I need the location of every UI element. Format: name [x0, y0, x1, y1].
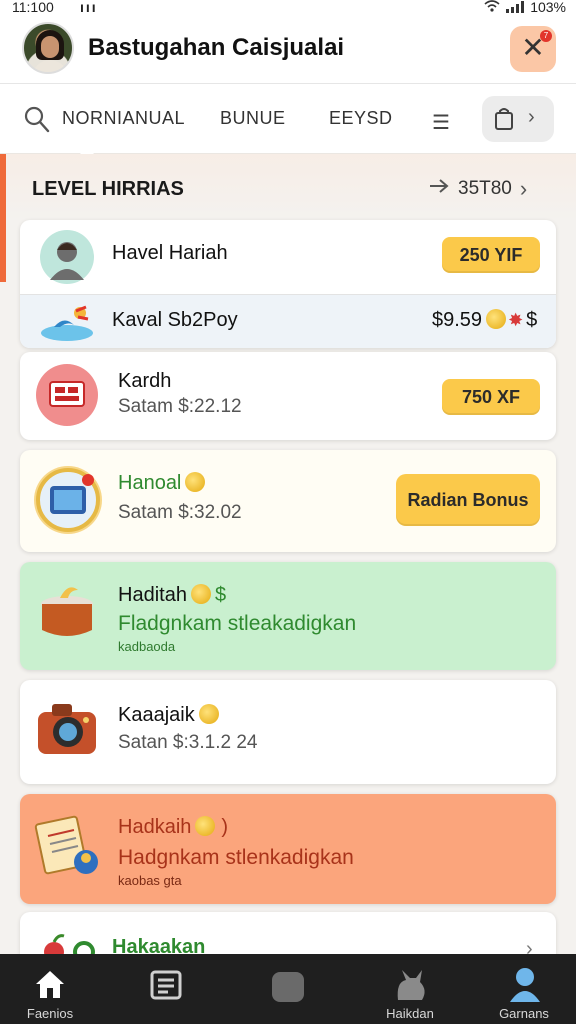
section-header: LEVEL HIRRIAS 35T80 › [0, 154, 576, 220]
points-badge[interactable]: 250 YIF [442, 237, 540, 273]
beach-icon [40, 303, 94, 346]
card-subtitle: Satam $:22.12 [118, 396, 242, 417]
card-title: Hanoal [118, 472, 206, 495]
search-icon[interactable] [24, 106, 50, 133]
nav-label: Haikdan [386, 1006, 434, 1021]
coin-icon [198, 704, 219, 724]
card-title-text: Kaaajaik [118, 704, 195, 726]
avatar-face [41, 36, 59, 58]
list-icon[interactable]: ☰ [432, 110, 450, 135]
section-value: 35T80 [458, 178, 512, 199]
tab-nornianual[interactable]: NORNIANUAL [62, 108, 185, 129]
battery-text: 103% [530, 0, 566, 15]
bonus-button[interactable]: Radian Bonus [396, 474, 540, 526]
status-notification-icons: ııı [80, 0, 98, 15]
page-title: Bastugahan Caisjualai [88, 34, 345, 61]
card-subtitle: Fladgnkam stleakadigkan [118, 612, 357, 635]
reward-card[interactable]: Hanoal Satam $:32.02 Radian Bonus [20, 450, 556, 552]
card-small-text: kadbaoda [118, 639, 176, 654]
bottom-nav: Faenios Haikdan Garnans [0, 954, 576, 1024]
price-suffix: $ [526, 309, 538, 331]
card-subtitle: Hadgnkam stlenkadigkan [118, 846, 354, 869]
arrow-right-icon [428, 178, 450, 200]
coin-icon [486, 309, 507, 329]
status-bar: 11:100 ııı 103% [0, 0, 576, 16]
subrow-value: $9.59 ✸ $ [432, 309, 537, 332]
coin-icon [195, 816, 216, 836]
star-icon: ✸ [508, 310, 524, 330]
notification-badge: 7 [540, 30, 552, 42]
bag-icon [494, 107, 514, 131]
card-title-suffix: ) [221, 816, 229, 838]
reward-card[interactable]: Kardh Satam $:22.12 750 XF [20, 352, 556, 440]
coin-icon [185, 472, 206, 492]
card-title-text: Hadkaih [118, 816, 192, 838]
card-title: Havel Hariah [112, 242, 228, 264]
reward-card[interactable]: Havel Hariah 250 YIF Kaval Sb2Poy $9.59 ✸… [20, 220, 556, 348]
card-title: Hadkaih) [118, 816, 228, 839]
nav-profile[interactable]: Garnans [474, 954, 574, 1024]
avatar[interactable] [22, 22, 74, 74]
nav-home[interactable]: Faenios [0, 954, 100, 1024]
card-small-text: kaobas gta [118, 873, 182, 888]
nav-label: Faenios [26, 1006, 74, 1021]
coin-icon [190, 584, 211, 604]
camera-icon [36, 700, 98, 761]
card-title: Haditah $ [118, 584, 226, 607]
tab-bunue[interactable]: BUNUE [220, 108, 286, 129]
ticket-icon [36, 364, 98, 426]
signal-icon [506, 1, 525, 13]
news-icon [150, 970, 182, 1003]
section-link[interactable]: 35T80 › [428, 176, 527, 202]
chevron-right-icon: › [528, 106, 535, 128]
cat-icon [394, 968, 428, 1005]
active-tab-indicator [80, 146, 94, 154]
person-icon [508, 966, 542, 1005]
reward-card[interactable]: Haditah $ Fladgnkam stleakadigkan kadbaod… [20, 562, 556, 670]
card-title-text: Hanoal [118, 472, 182, 494]
home-icon [34, 968, 66, 1003]
chevron-right-icon: › [519, 176, 528, 201]
card-title-suffix: $ [214, 584, 227, 606]
person-icon [40, 230, 94, 284]
card-title: Kaaajaik [118, 704, 219, 727]
subrow: Kaval Sb2Poy $9.59 ✸ $ [20, 294, 556, 348]
reward-card[interactable]: Hadkaih) Hadgnkam stlenkadigkan kaobas g… [20, 794, 556, 904]
nav-news[interactable] [116, 954, 216, 1024]
price-text: $9.59 [432, 309, 483, 331]
close-button[interactable]: ✕ 7 [510, 26, 556, 72]
app-header: Bastugahan Caisjualai ✕ 7 [0, 16, 576, 84]
section-title: LEVEL HIRRIAS [32, 178, 184, 200]
avatar-body [32, 60, 68, 72]
nav-label: Garnans [499, 1006, 549, 1021]
cart-button[interactable]: › [482, 96, 554, 142]
card-title-text: Haditah [118, 584, 187, 606]
device-icon [34, 466, 102, 534]
square-icon [272, 972, 304, 1002]
pot-icon [38, 580, 96, 647]
nav-center[interactable] [238, 954, 338, 1024]
status-right: 103% [484, 0, 566, 15]
tab-bar: NORNIANUAL BUNUE EEYSD ☰ › [0, 84, 576, 154]
tab-eeysd[interactable]: EEYSD [329, 108, 393, 129]
card-title: Kardh [118, 370, 172, 392]
wifi-icon [484, 0, 500, 15]
accent-bar [0, 154, 6, 282]
points-badge[interactable]: 750 XF [442, 379, 540, 415]
card-subtitle: Satam $:32.02 [118, 502, 242, 523]
card-subtitle: Satan $:3.1.2 24 [118, 732, 258, 753]
document-icon [34, 814, 104, 885]
reward-card[interactable]: Kaaajaik Satan $:3.1.2 24 [20, 680, 556, 784]
status-time: 11:100 [12, 0, 54, 15]
subrow-title: Kaval Sb2Poy [112, 309, 238, 331]
nav-haikdan[interactable]: Haikdan [360, 954, 460, 1024]
